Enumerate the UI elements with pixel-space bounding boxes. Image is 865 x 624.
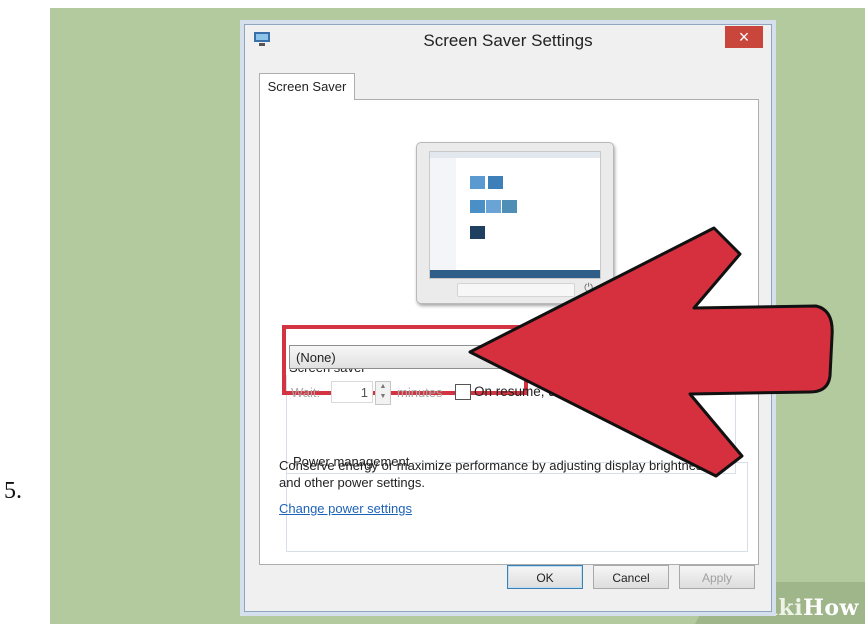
ok-button[interactable]: OK	[507, 565, 583, 589]
wait-label: Wait:	[291, 385, 321, 400]
monitor-base	[457, 283, 575, 297]
screenshot-background: wikiHow Screen Saver Settings × Screen S…	[50, 8, 865, 624]
resume-logon-label: On resume, display logon sc	[474, 384, 645, 399]
preview-thumbnail	[488, 176, 503, 189]
step-number: 5.	[4, 478, 22, 504]
preview-thumbnail	[502, 200, 517, 213]
preview-thumbnail	[470, 226, 485, 239]
preview-thumbnail	[470, 200, 485, 213]
minutes-label: minutes	[397, 385, 443, 400]
title-bar[interactable]: Screen Saver Settings ×	[245, 25, 771, 55]
wait-minutes-input[interactable]: 1	[331, 381, 373, 403]
preview-sidebar	[430, 158, 456, 278]
cancel-button[interactable]: Cancel	[593, 565, 669, 589]
close-button[interactable]: ×	[725, 26, 763, 48]
power-description: Conserve energy or maximize performance …	[279, 458, 709, 490]
preview-screen	[429, 151, 601, 279]
dialog-title: Screen Saver Settings	[423, 31, 593, 50]
power-icon: ⏻	[584, 282, 593, 294]
preview-thumbnail	[470, 176, 485, 189]
preview-thumbnail	[486, 200, 501, 213]
resume-logon-checkbox[interactable]	[455, 384, 471, 400]
preview-taskbar	[430, 270, 600, 278]
apply-button[interactable]: Apply	[679, 565, 755, 589]
up-down-arrows-icon[interactable]: ▲ ▼	[375, 381, 391, 405]
watermark-how: How	[803, 595, 859, 621]
monitor-preview: ⏻	[416, 142, 614, 304]
tab-screen-saver[interactable]: Screen Saver	[259, 73, 355, 100]
screen-saver-settings-dialog: Screen Saver Settings × Screen Saver ⏻ P…	[244, 24, 772, 612]
change-power-settings-link[interactable]: Change power settings	[279, 501, 412, 516]
